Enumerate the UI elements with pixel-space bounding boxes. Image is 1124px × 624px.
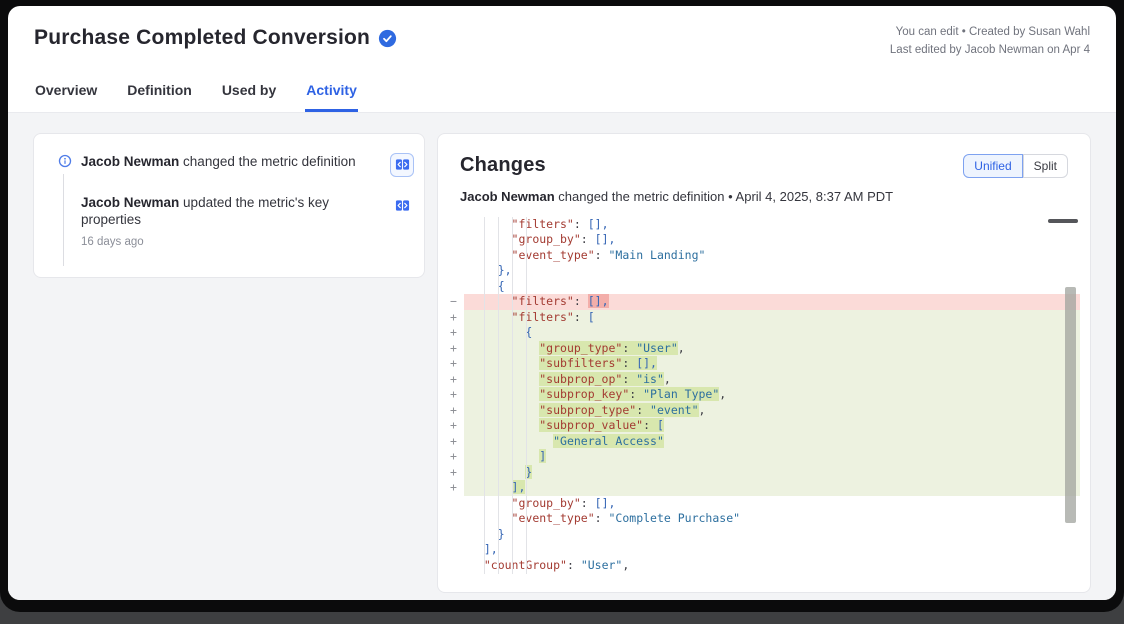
changes-title: Changes [460, 154, 546, 177]
diff-lines: "filters": [], "group_by": [], "event_ty… [448, 217, 1080, 574]
changes-subtitle-text: changed the metric definition • April 4,… [555, 189, 893, 204]
edit-meta-line2: Last edited by Jacob Newman on Apr 4 [890, 42, 1090, 60]
diff-line-ctx: }, [448, 263, 1080, 279]
diff-line-added: + "subprop_type": "event", [448, 403, 1080, 419]
activity-item: Jacob Newman changed the metric definiti… [58, 153, 414, 177]
page-title: Purchase Completed Conversion [34, 26, 370, 50]
diff-line-ctx: "filters": [], [448, 217, 1080, 233]
edit-meta: You can edit • Created by Susan Wahl Las… [890, 22, 1090, 60]
page-header: Purchase Completed Conversion You can ed… [8, 6, 1116, 60]
diff-line-added: + } [448, 465, 1080, 481]
diff-code[interactable]: "filters": [], "group_by": [], "event_ty… [448, 217, 1080, 574]
activity-list: Jacob Newman changed the metric definiti… [58, 153, 414, 248]
diff-line-added: + { [448, 325, 1080, 341]
info-icon [58, 154, 72, 168]
diff-line-ctx: "group_by": [], [448, 496, 1080, 512]
tab-used-by[interactable]: Used by [221, 76, 277, 112]
edit-meta-line1: You can edit • Created by Susan Wahl [890, 24, 1090, 42]
changes-subtitle-actor: Jacob Newman [460, 189, 555, 204]
vertical-scrollbar-thumb[interactable] [1065, 287, 1076, 523]
horizontal-scrollbar-thumb[interactable] [1048, 219, 1078, 223]
changes-subtitle: Jacob Newman changed the metric definiti… [460, 189, 1068, 204]
diff-line-added: + ] [448, 449, 1080, 465]
tabs: Overview Definition Used by Activity [8, 76, 1116, 113]
activity-text: Jacob Newman changed the metric definiti… [81, 153, 382, 171]
tab-definition[interactable]: Definition [126, 76, 193, 112]
diff-line-added: + "subprop_value": [ [448, 418, 1080, 434]
diff-line-added: + ], [448, 480, 1080, 496]
diff-line-added: + "subprop_op": "is", [448, 372, 1080, 388]
tab-overview[interactable]: Overview [34, 76, 98, 112]
diff-line-removed: − "filters": [], [448, 294, 1080, 310]
view-diff-button[interactable] [390, 153, 414, 177]
diff-line-ctx: } [448, 527, 1080, 543]
diff-line-added: + "subprop_key": "Plan Type", [448, 387, 1080, 403]
tab-activity[interactable]: Activity [305, 76, 358, 112]
diff-line-ctx: "event_type": "Complete Purchase" [448, 511, 1080, 527]
activity-text: Jacob Newman updated the metric's key pr… [81, 194, 382, 229]
view-mode-toggle: UnifiedSplit [963, 154, 1068, 178]
changes-card: Changes UnifiedSplit Jacob Newman change… [437, 133, 1091, 593]
view-diff-icon [395, 198, 410, 213]
diff-line-added: + "filters": [ [448, 310, 1080, 326]
app-window: Purchase Completed Conversion You can ed… [8, 6, 1116, 600]
diff-line-ctx: { [448, 279, 1080, 295]
view-diff-icon [395, 157, 410, 172]
view-diff-button[interactable] [390, 194, 414, 218]
verified-badge-icon [378, 29, 397, 48]
diff-line-added: + "General Access" [448, 434, 1080, 450]
view-toggle-unified[interactable]: Unified [963, 154, 1022, 178]
diff-line-added: + "subfilters": [], [448, 356, 1080, 372]
diff-line-ctx: "event_type": "Main Landing" [448, 248, 1080, 264]
view-toggle-split[interactable]: Split [1023, 154, 1068, 178]
content-area: Jacob Newman changed the metric definiti… [8, 113, 1116, 600]
activity-card: Jacob Newman changed the metric definiti… [33, 133, 425, 278]
diff-line-ctx: ], [448, 542, 1080, 558]
activity-item: Jacob Newman updated the metric's key pr… [58, 194, 414, 248]
activity-marker [58, 154, 72, 173]
diff-line-added: + "group_type": "User", [448, 341, 1080, 357]
diff-line-ctx: "countGroup": "User", [448, 558, 1080, 574]
timeline-line [63, 174, 64, 266]
diff-line-ctx: "group_by": [], [448, 232, 1080, 248]
activity-timestamp: 16 days ago [81, 236, 382, 248]
